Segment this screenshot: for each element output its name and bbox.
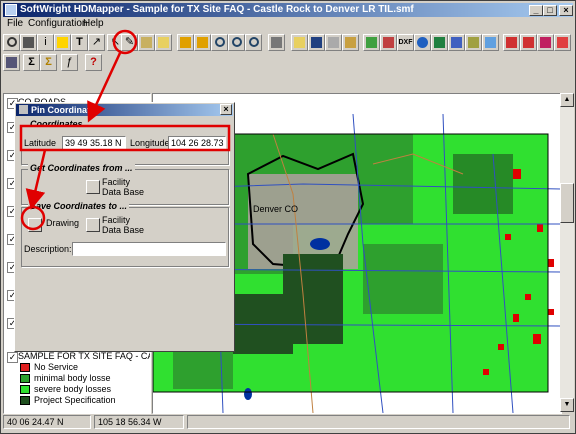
title-bar: SoftWright HDMapper - Sample for TX Site… [3, 3, 573, 17]
maximize-button[interactable]: □ [543, 5, 557, 16]
legend-label: minimal body losse [34, 373, 111, 383]
status-panel [187, 415, 570, 429]
legend-label: No Service [34, 362, 79, 372]
city-label: Denver CO [253, 204, 298, 214]
draw-icon[interactable] [138, 34, 155, 51]
legend-swatch [20, 396, 30, 405]
status-latitude: 40 06 24.47 N [3, 415, 91, 429]
secondary-toolbar: Σ Σ ƒ ? [3, 54, 123, 74]
save-coordinates-label: Save Coordinates to ... [28, 201, 130, 211]
compass-icon[interactable] [414, 34, 431, 51]
save-drawing-label: Drawing [46, 218, 80, 228]
main-toolbar: i T ↗ ↖ ✎ DXF [3, 34, 573, 54]
status-bar: 40 06 24.47 N 105 18 56.34 W [2, 414, 572, 430]
scroll-thumb[interactable] [560, 183, 574, 223]
site-icon[interactable] [503, 34, 520, 51]
reservoir [310, 238, 330, 250]
app-icon [5, 4, 17, 16]
legend-swatch [20, 374, 30, 383]
print-icon[interactable] [268, 34, 285, 51]
open-icon[interactable] [291, 34, 308, 51]
get-facility-button[interactable] [86, 180, 100, 194]
save-facility-button[interactable] [86, 218, 100, 232]
dialog-title-bar: Pin Coordinates × [16, 104, 233, 116]
window-title: SoftWright HDMapper - Sample for TX Site… [20, 4, 414, 15]
close-button[interactable]: × [559, 5, 573, 16]
label-icon[interactable] [54, 34, 71, 51]
status-longitude: 105 18 56.34 W [94, 415, 184, 429]
legend-swatch [20, 363, 30, 372]
zoom-icon[interactable] [3, 34, 20, 51]
description-label: Description: [24, 244, 72, 254]
menu-bar: File Configuration Help [3, 17, 573, 32]
menu-help[interactable]: Help [83, 18, 104, 29]
layer-label: SAMPLE FOR TX SITE FAQ - CAST [18, 351, 151, 361]
longitude-label: Longitude [130, 138, 170, 148]
legend-label: Project Specification [34, 395, 116, 405]
layer-checkbox[interactable]: ✓ [7, 352, 18, 363]
terrain-icon[interactable] [431, 34, 448, 51]
grid-icon[interactable] [482, 34, 499, 51]
save-icon[interactable] [308, 34, 325, 51]
folder-icon[interactable] [155, 34, 172, 51]
zoom-extent-icon[interactable] [245, 34, 262, 51]
scroll-down-button[interactable]: ▼ [560, 398, 574, 412]
legend-swatch [20, 385, 30, 394]
tool-icon[interactable]: ƒ [61, 54, 78, 71]
save-facility-label: Facility Data Base [102, 215, 145, 235]
copy-icon[interactable] [325, 34, 342, 51]
layer-icon[interactable] [177, 34, 194, 51]
edit-icon[interactable] [380, 34, 397, 51]
nodes-icon[interactable] [554, 34, 571, 51]
coordinates-group: Coordinates Latitude 39 49 35.18 N Longi… [21, 119, 229, 165]
longitude-field[interactable]: 104 26 28.73 W [168, 136, 226, 150]
scroll-up-button[interactable]: ▲ [560, 93, 574, 107]
pointer-icon[interactable] [20, 34, 37, 51]
pin-icon[interactable]: ✎ [121, 34, 138, 51]
arrow-tool-icon[interactable]: ↗ [88, 34, 105, 51]
sigma-icon[interactable]: Σ [23, 54, 40, 71]
sigma-color-icon[interactable]: Σ [40, 54, 57, 71]
latitude-field[interactable]: 39 49 35.18 N [62, 136, 126, 150]
get-coordinates-label: Get Coordinates from ... [28, 163, 135, 173]
description-field[interactable] [72, 242, 226, 256]
chart-icon[interactable] [465, 34, 482, 51]
dialog-close-button[interactable]: × [220, 104, 232, 115]
legend-label: severe body losses [34, 384, 112, 394]
latitude-label: Latitude [24, 138, 57, 148]
zoom-in-icon[interactable] [211, 34, 228, 51]
coordinates-group-label: Coordinates [28, 119, 85, 129]
menu-configuration[interactable]: Configuration [28, 18, 87, 29]
dxf-icon[interactable]: DXF [397, 34, 414, 51]
paste-icon[interactable] [342, 34, 359, 51]
get-facility-label: Facility Data Base [102, 177, 145, 197]
minimize-button[interactable]: _ [529, 5, 543, 16]
layer2-icon[interactable] [194, 34, 211, 51]
info-icon[interactable]: i [37, 34, 54, 51]
get-coordinates-group: Get Coordinates from ... Facility Data B… [21, 163, 229, 205]
text-tool-icon[interactable]: T [71, 34, 88, 51]
menu-file[interactable]: File [7, 18, 23, 29]
pin-icon [19, 105, 28, 114]
save-drawing-button[interactable] [28, 218, 42, 232]
profile-icon[interactable] [448, 34, 465, 51]
check-icon[interactable] [363, 34, 380, 51]
dialog-title: Pin Coordinates [31, 105, 101, 115]
pin-coordinates-dialog: Pin Coordinates × Coordinates Latitude 3… [14, 102, 235, 352]
help-icon[interactable]: ? [85, 54, 102, 71]
zoom-out-icon[interactable] [228, 34, 245, 51]
map-scrollbar[interactable]: ▲ ▼ [560, 93, 574, 412]
network-icon[interactable] [537, 34, 554, 51]
save-coordinates-group: Save Coordinates to ... Drawing Facility… [21, 201, 229, 267]
layer-list-icon[interactable] [3, 54, 20, 71]
sites-icon[interactable] [520, 34, 537, 51]
